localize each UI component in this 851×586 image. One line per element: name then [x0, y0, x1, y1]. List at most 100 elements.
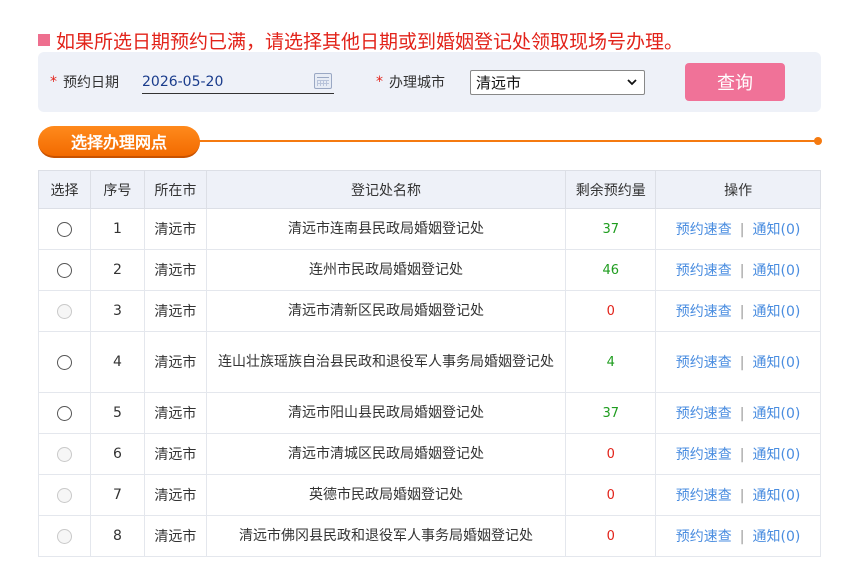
- city-select[interactable]: 清远市: [470, 70, 645, 95]
- separator: |: [739, 406, 745, 422]
- table-row: 7 清远市 英德市民政局婚姻登记处 0 预约速查 | 通知(0): [38, 474, 821, 516]
- table-header-row: 选择 序号 所在市 登记处名称 剩余预约量 操作: [38, 170, 821, 209]
- row-city: 清远市: [143, 208, 207, 250]
- search-panel: * 预约日期 * 办理城市 清远市 查询: [38, 52, 821, 112]
- row-no: 4: [89, 331, 145, 393]
- calendar-icon[interactable]: [314, 73, 332, 89]
- section-header: 选择办理网点: [38, 126, 822, 158]
- notice-link[interactable]: 通知(0): [753, 263, 801, 279]
- table-row: 8 清远市 清远市佛冈县民政和退役军人事务局婚姻登记处 0 预约速查 | 通知(0): [38, 515, 821, 557]
- header-remaining: 剩余预约量: [565, 170, 657, 209]
- quick-check-link[interactable]: 预约速查: [676, 447, 732, 463]
- row-remaining: 46: [565, 249, 657, 291]
- row-remaining: 0: [565, 433, 657, 475]
- row-office-name: 清远市阳山县民政局婚姻登记处: [205, 392, 567, 434]
- row-city: 清远市: [143, 433, 207, 475]
- row-radio[interactable]: [56, 354, 72, 370]
- notice-link[interactable]: 通知(0): [753, 447, 801, 463]
- row-remaining: 4: [565, 331, 657, 393]
- separator: |: [739, 355, 745, 371]
- row-remaining: 37: [565, 208, 657, 250]
- table-row: 4 清远市 连山壮族瑶族自治县民政和退役军人事务局婚姻登记处 4 预约速查 | 通知…: [38, 331, 821, 393]
- row-no: 1: [89, 208, 145, 250]
- query-button[interactable]: 查询: [685, 63, 785, 101]
- chevron-down-icon: [626, 75, 638, 92]
- row-office-name: 连山壮族瑶族自治县民政和退役军人事务局婚姻登记处: [205, 331, 567, 393]
- row-actions: 预约速查 | 通知(0): [655, 249, 821, 291]
- row-city: 清远市: [143, 515, 207, 557]
- date-input[interactable]: [142, 70, 334, 94]
- row-city: 清远市: [143, 249, 207, 291]
- separator: |: [739, 488, 745, 504]
- row-actions: 预约速查 | 通知(0): [655, 433, 821, 475]
- notice-text: 如果所选日期预约已满，请选择其他日期或到婚姻登记处领取现场号办理。: [56, 30, 684, 53]
- header-city: 所在市: [143, 170, 207, 209]
- row-office-name: 英德市民政局婚姻登记处: [205, 474, 567, 516]
- row-radio[interactable]: [56, 405, 72, 421]
- row-actions: 预约速查 | 通知(0): [655, 474, 821, 516]
- row-city: 清远市: [143, 474, 207, 516]
- separator: |: [739, 447, 745, 463]
- separator: |: [739, 222, 745, 238]
- city-field-label: * 办理城市: [376, 52, 445, 112]
- header-office-name: 登记处名称: [205, 170, 567, 209]
- quick-check-link[interactable]: 预约速查: [676, 355, 732, 371]
- required-star: *: [376, 74, 383, 90]
- row-remaining: 0: [565, 474, 657, 516]
- section-divider-line: [198, 140, 817, 142]
- row-radio[interactable]: [56, 262, 72, 278]
- notice-link[interactable]: 通知(0): [753, 355, 801, 371]
- date-field-label: * 预约日期: [50, 52, 119, 112]
- table-row: 1 清远市 清远市连南县民政局婚姻登记处 37 预约速查 | 通知(0): [38, 208, 821, 250]
- row-remaining: 37: [565, 392, 657, 434]
- table-row: 2 清远市 连州市民政局婚姻登记处 46 预约速查 | 通知(0): [38, 249, 821, 291]
- separator: |: [739, 529, 745, 545]
- table-row: 6 清远市 清远市清城区民政局婚姻登记处 0 预约速查 | 通知(0): [38, 433, 821, 475]
- row-no: 3: [89, 290, 145, 332]
- notice-link[interactable]: 通知(0): [753, 222, 801, 238]
- row-actions: 预约速查 | 通知(0): [655, 515, 821, 557]
- row-radio[interactable]: [56, 221, 72, 237]
- separator: |: [739, 304, 745, 320]
- notice-link[interactable]: 通知(0): [753, 304, 801, 320]
- office-table: 选择 序号 所在市 登记处名称 剩余预约量 操作 1 清远市 清远市连南县民政局…: [38, 170, 821, 557]
- row-actions: 预约速查 | 通知(0): [655, 392, 821, 434]
- row-actions: 预约速查 | 通知(0): [655, 331, 821, 393]
- row-office-name: 清远市佛冈县民政和退役军人事务局婚姻登记处: [205, 515, 567, 557]
- quick-check-link[interactable]: 预约速查: [676, 529, 732, 545]
- header-actions: 操作: [655, 170, 821, 209]
- row-actions: 预约速查 | 通知(0): [655, 290, 821, 332]
- row-no: 2: [89, 249, 145, 291]
- quick-check-link[interactable]: 预约速查: [676, 304, 732, 320]
- row-office-name: 连州市民政局婚姻登记处: [205, 249, 567, 291]
- header-no: 序号: [89, 170, 145, 209]
- notice-link[interactable]: 通知(0): [753, 406, 801, 422]
- header-select: 选择: [38, 170, 91, 209]
- quick-check-link[interactable]: 预约速查: [676, 222, 732, 238]
- row-no: 6: [89, 433, 145, 475]
- separator: |: [739, 263, 745, 279]
- row-city: 清远市: [143, 392, 207, 434]
- row-remaining: 0: [565, 515, 657, 557]
- quick-check-link[interactable]: 预约速查: [676, 406, 732, 422]
- row-radio-disabled: [56, 303, 72, 319]
- quick-check-link[interactable]: 预约速查: [676, 488, 732, 504]
- row-no: 8: [89, 515, 145, 557]
- row-radio-disabled: [56, 487, 72, 503]
- section-divider-dot: [814, 137, 822, 145]
- row-no: 5: [89, 392, 145, 434]
- notice-banner: 如果所选日期预约已满，请选择其他日期或到婚姻登记处领取现场号办理。: [38, 28, 684, 53]
- row-city: 清远市: [143, 331, 207, 393]
- city-label: 办理城市: [389, 75, 445, 91]
- row-actions: 预约速查 | 通知(0): [655, 208, 821, 250]
- row-office-name: 清远市清城区民政局婚姻登记处: [205, 433, 567, 475]
- row-radio-disabled: [56, 528, 72, 544]
- city-select-value: 清远市: [476, 74, 522, 92]
- notice-link[interactable]: 通知(0): [753, 488, 801, 504]
- notice-link[interactable]: 通知(0): [753, 529, 801, 545]
- row-radio-disabled: [56, 446, 72, 462]
- row-remaining: 0: [565, 290, 657, 332]
- quick-check-link[interactable]: 预约速查: [676, 263, 732, 279]
- row-office-name: 清远市连南县民政局婚姻登记处: [205, 208, 567, 250]
- section-title: 选择办理网点: [38, 126, 200, 158]
